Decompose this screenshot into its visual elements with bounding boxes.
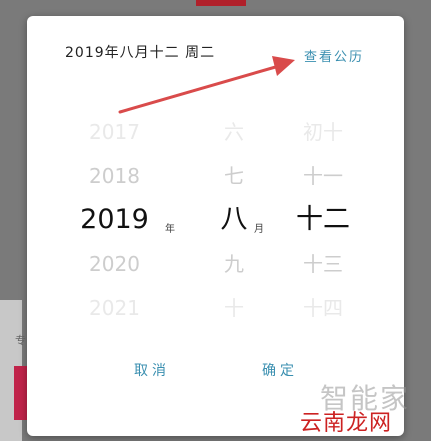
year-option[interactable]: 2017 (77, 110, 152, 154)
view-gregorian-button[interactable]: 查看公历 (304, 46, 364, 65)
month-option-selected[interactable]: 八 (207, 198, 261, 242)
cancel-button[interactable]: 取消 (134, 360, 170, 380)
month-option[interactable]: 六 (207, 110, 261, 154)
month-unit-label: 月 (254, 224, 264, 235)
day-option[interactable]: 初十 (283, 110, 363, 154)
background-accent-bar (196, 0, 246, 6)
day-option[interactable]: 十四 (283, 286, 363, 330)
day-option[interactable]: 十三 (283, 242, 363, 286)
year-option[interactable]: 2021 (77, 286, 152, 330)
year-unit-label: 年 (165, 224, 175, 235)
selected-date-label: 2019年八月十二 周二 (65, 45, 216, 61)
year-option[interactable]: 2020 (77, 242, 152, 286)
background-text: 专 (15, 334, 26, 347)
confirm-button[interactable]: 确定 (262, 360, 298, 380)
date-picker-dialog: 2019年八月十二 周二 查看公历 2017 2018 2019 2020 20… (27, 16, 404, 436)
year-option-selected[interactable]: 2019 (77, 198, 152, 242)
month-wheel[interactable]: 六 七 八 九 十 (207, 110, 261, 326)
day-wheel[interactable]: 初十 十一 十二 十三 十四 (283, 110, 363, 326)
month-option[interactable]: 九 (207, 242, 261, 286)
watermark-site: 云南龙网 (300, 411, 393, 436)
year-option[interactable]: 2018 (77, 154, 152, 198)
day-option-selected[interactable]: 十二 (283, 198, 363, 242)
year-wheel[interactable]: 2017 2018 2019 2020 2021 (77, 110, 152, 326)
month-option[interactable]: 七 (207, 154, 261, 198)
day-option[interactable]: 十一 (283, 154, 363, 198)
month-option[interactable]: 十 (207, 286, 261, 330)
